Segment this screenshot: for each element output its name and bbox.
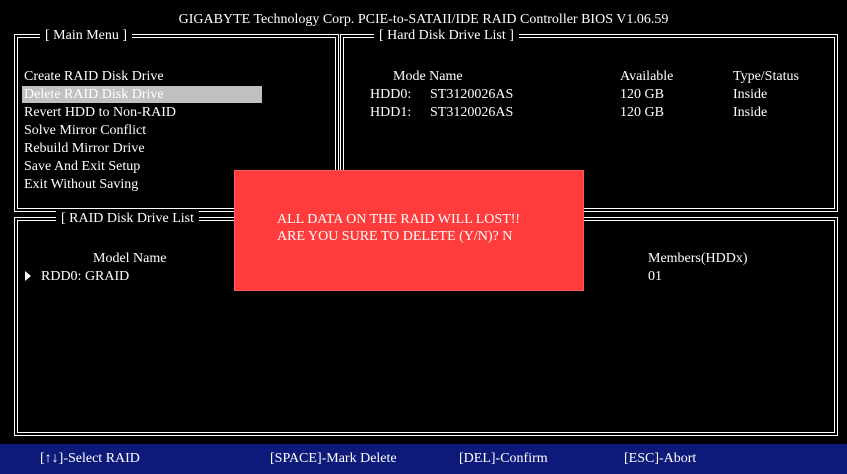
hdd-row-id: HDD0:: [370, 87, 412, 102]
dialog-warning-text: ALL DATA ON THE RAID WILL LOST!!: [277, 212, 521, 227]
menu-item-rebuild-mirror[interactable]: Rebuild Mirror Drive: [24, 140, 145, 157]
hdd-row-model: ST3120026AS: [430, 105, 514, 120]
footer-mark-hint: [SPACE]-Mark Delete: [270, 451, 397, 466]
delete-confirm-dialog: ALL DATA ON THE RAID WILL LOST!! ARE YOU…: [234, 170, 584, 291]
hdd-header-available: Available: [620, 69, 674, 84]
main-menu-title: [ Main Menu ]: [40, 27, 133, 45]
raid-row-name[interactable]: RDD0: GRAID: [41, 268, 129, 285]
hdd-row-status: Inside: [733, 87, 768, 102]
row-pointer-icon: [25, 271, 31, 281]
footer-abort-hint: [ESC]-Abort: [624, 451, 697, 466]
hdd-row-status: Inside: [733, 105, 768, 120]
menu-item-delete-raid[interactable]: Delete RAID Disk Drive: [22, 86, 262, 103]
raid-header-model-name: Model Name: [93, 251, 167, 266]
hdd-list-title: [ Hard Disk Drive List ]: [374, 27, 519, 45]
footer-select-hint: [↑↓]-Select RAID: [40, 451, 140, 466]
footer-confirm-hint: [DEL]-Confirm: [459, 451, 548, 466]
hdd-row-available: 120 GB: [620, 105, 664, 120]
menu-item-solve-mirror[interactable]: Solve Mirror Conflict: [24, 122, 146, 139]
raid-header-members: Members(HDDx): [648, 251, 748, 266]
dialog-prompt-text[interactable]: ARE YOU SURE TO DELETE (Y/N)? N: [277, 229, 512, 245]
raid-list-title: [ RAID Disk Drive List: [56, 210, 199, 228]
menu-item-create-raid[interactable]: Create RAID Disk Drive: [24, 68, 164, 85]
hdd-row-model: ST3120026AS: [430, 87, 514, 102]
hdd-row-id: HDD1:: [370, 105, 412, 120]
bios-title: GIGABYTE Technology Corp. PCIE-to-SATAII…: [178, 12, 669, 27]
hdd-header-type-status: Type/Status: [733, 69, 799, 84]
menu-item-revert-hdd[interactable]: Revert HDD to Non-RAID: [24, 104, 176, 121]
menu-item-save-exit[interactable]: Save And Exit Setup: [24, 158, 140, 175]
footer-bar: [↑↓]-Select RAID [SPACE]-Mark Delete [DE…: [0, 444, 847, 474]
hdd-row-available: 120 GB: [620, 87, 664, 102]
hdd-header-mode-name: Mode Name: [393, 69, 463, 84]
menu-item-exit-no-save[interactable]: Exit Without Saving: [24, 176, 138, 193]
raid-row-members: 01: [648, 269, 662, 284]
